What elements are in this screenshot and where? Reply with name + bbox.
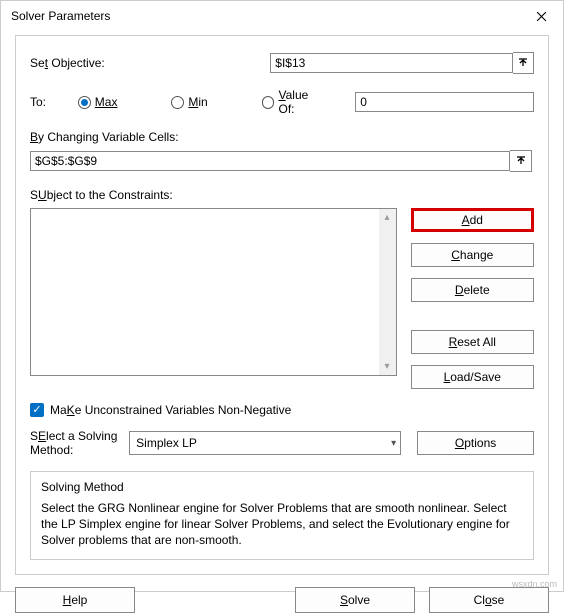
chevron-down-icon: ▾ xyxy=(391,438,396,449)
reset-all-button[interactable]: Reset All xyxy=(411,330,534,354)
solve-button[interactable]: Solve xyxy=(295,587,415,613)
watermark: wsxdn.com xyxy=(512,579,557,589)
radio-max[interactable]: Max xyxy=(78,95,118,109)
scroll-down-icon[interactable]: ▾ xyxy=(379,358,396,375)
scrollbar-vertical[interactable]: ▴ ▾ xyxy=(379,209,396,375)
by-changing-label: By Changing Variable Cells: xyxy=(30,130,534,144)
solving-method-label: SElect a Solving Method: xyxy=(30,429,121,457)
solving-method-desc-text: Select the GRG Nonlinear engine for Solv… xyxy=(41,500,523,549)
solver-parameters-dialog: Solver Parameters Set Objective: To: Max xyxy=(0,0,564,592)
dialog-footer: Help Solve Close xyxy=(1,575,563,613)
to-row: To: Max Min Value Of: xyxy=(30,88,534,116)
collapse-dialog-icon[interactable] xyxy=(513,52,534,74)
solving-method-desc-title: Solving Method xyxy=(41,480,523,494)
solving-method-value: Simplex LP xyxy=(136,436,197,450)
value-of-input[interactable] xyxy=(355,92,534,112)
change-button[interactable]: Change xyxy=(411,243,534,267)
constraints-listbox[interactable]: ▴ ▾ xyxy=(30,208,397,376)
delete-button[interactable]: Delete xyxy=(411,278,534,302)
radio-min[interactable]: Min xyxy=(171,95,207,109)
load-save-button[interactable]: Load/Save xyxy=(411,365,534,389)
radio-value-of[interactable]: Value Of: xyxy=(262,88,328,116)
scroll-up-icon[interactable]: ▴ xyxy=(379,209,396,226)
radio-icon xyxy=(171,96,184,109)
close-button[interactable]: Close xyxy=(429,587,549,613)
close-icon[interactable] xyxy=(521,2,561,30)
checkbox-checked-icon: ✓ xyxy=(30,403,44,417)
set-objective-label: Set Objective: xyxy=(30,56,136,70)
titlebar: Solver Parameters xyxy=(1,1,563,31)
to-label: To: xyxy=(30,95,78,109)
objective-row: Set Objective: xyxy=(30,52,534,74)
radio-icon xyxy=(78,96,91,109)
add-button[interactable]: Add xyxy=(411,208,534,232)
options-button[interactable]: Options xyxy=(417,431,534,455)
collapse-dialog-icon[interactable] xyxy=(510,150,532,172)
window-title: Solver Parameters xyxy=(11,9,110,23)
help-button[interactable]: Help xyxy=(15,587,135,613)
radio-icon xyxy=(262,96,275,109)
make-unconstrained-checkbox[interactable]: ✓ MaKe Unconstrained Variables Non-Negat… xyxy=(30,403,534,417)
content-panel: Set Objective: To: Max Min xyxy=(15,35,549,575)
solving-method-select[interactable]: Simplex LP ▾ xyxy=(129,431,401,455)
changing-cells-input[interactable] xyxy=(30,151,510,171)
solving-method-description: Solving Method Select the GRG Nonlinear … xyxy=(30,471,534,560)
constraints-label: SUbject to the Constraints: xyxy=(30,188,534,202)
objective-input[interactable] xyxy=(270,53,513,73)
